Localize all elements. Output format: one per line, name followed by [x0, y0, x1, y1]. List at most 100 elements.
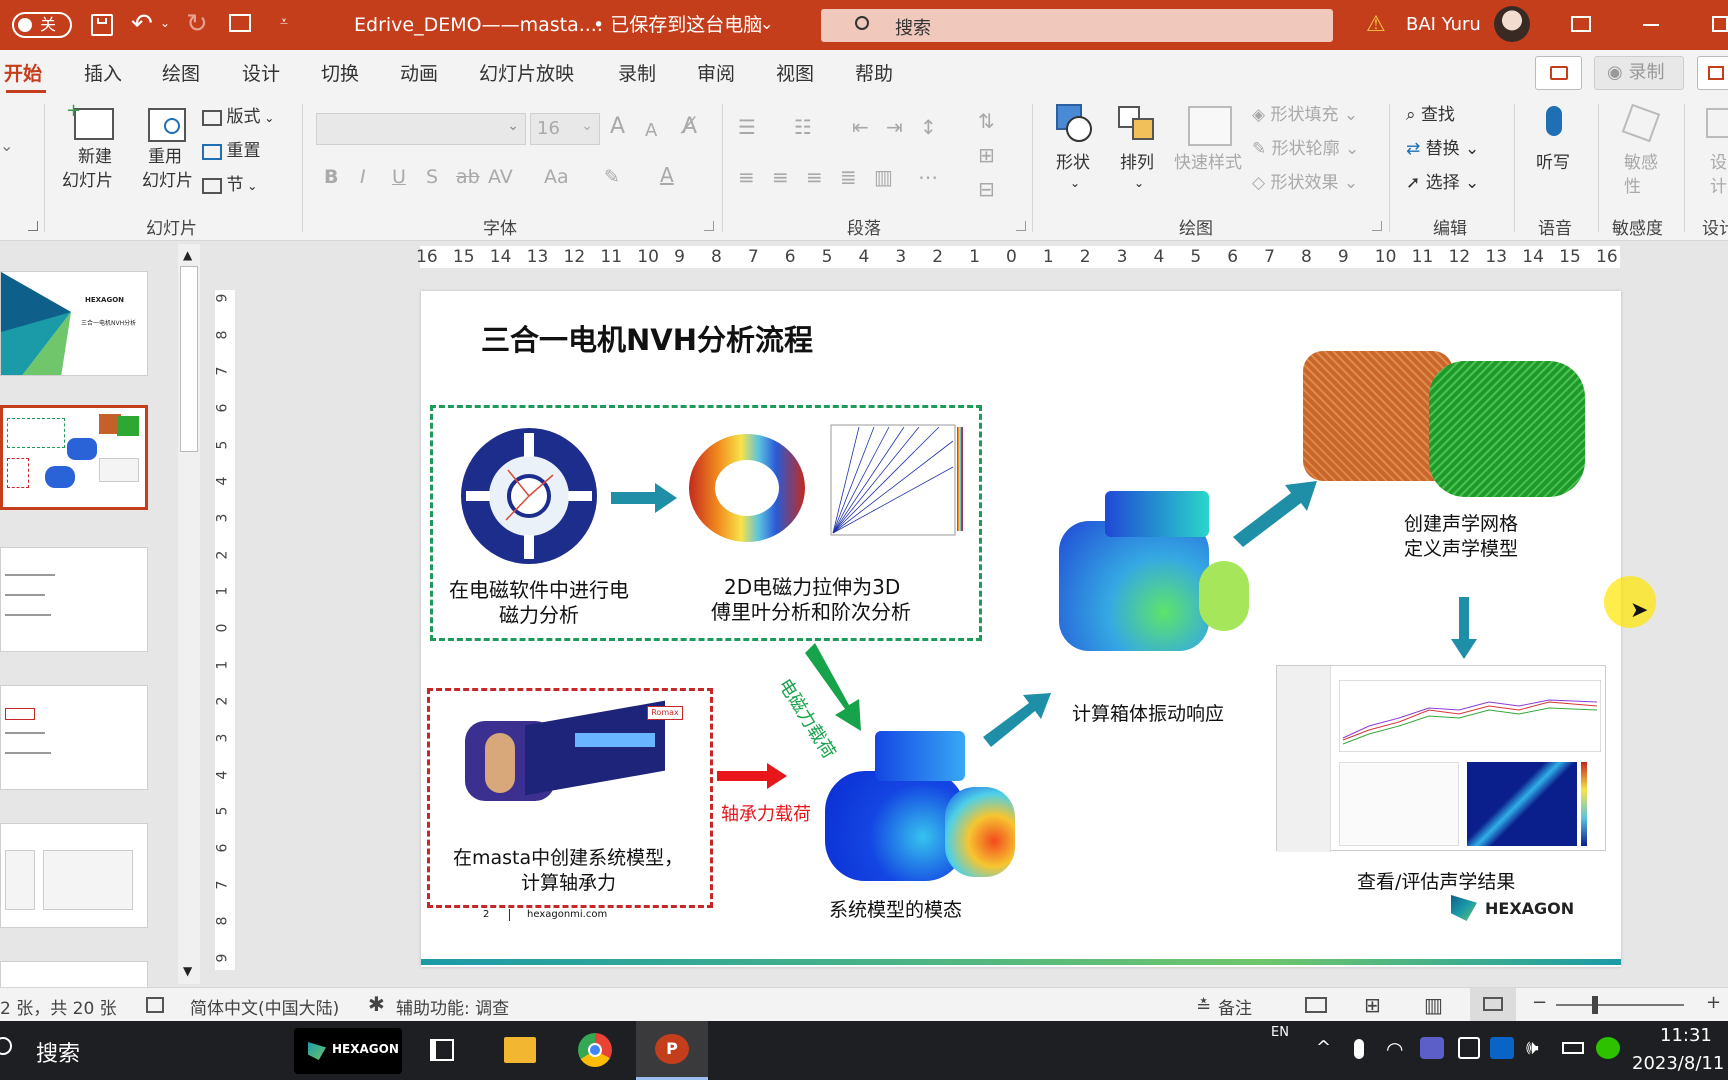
decrease-indent-icon[interactable]: ⇤ [852, 116, 869, 138]
justify-icon[interactable]: ≣ [840, 166, 857, 188]
slide-thumbnail-2-selected[interactable] [0, 405, 148, 510]
scroll-thumb[interactable] [180, 266, 198, 452]
accessibility-icon[interactable]: ✱ [368, 992, 385, 1016]
shape-fill-button[interactable]: ◈ 形状填充 ⌄ [1252, 104, 1358, 126]
char-spacing-button[interactable]: AV [488, 166, 513, 188]
shrink-font-button[interactable]: A [645, 120, 657, 142]
tab-animations[interactable]: 动画 [400, 59, 438, 86]
arrange-button[interactable]: 排列 ⌄ [1112, 102, 1168, 202]
align-text-icon[interactable]: ⊞ [978, 144, 995, 166]
slide-thumbnail-1[interactable]: HEXAGON 三合一电机NVH分析 [0, 271, 148, 376]
clock-time[interactable]: 11:31 [1660, 1025, 1712, 1046]
zoom-slider[interactable] [1556, 996, 1684, 1014]
strikethrough-button[interactable]: ab [456, 166, 480, 188]
reuse-slide-button[interactable]: 重用 幻灯片 [136, 100, 202, 204]
redo-icon[interactable]: ↻ [186, 10, 208, 38]
tab-slideshow[interactable]: 幻灯片放映 [479, 59, 574, 86]
clock-date[interactable]: 2023/8/11 [1632, 1053, 1724, 1074]
tab-record[interactable]: 录制 [618, 59, 656, 86]
tray-chevron-icon[interactable]: ^ [1316, 1037, 1331, 1058]
increase-indent-icon[interactable]: ⇥ [886, 116, 903, 138]
save-icon[interactable] [91, 14, 113, 36]
sensitivity-button[interactable]: 敏感 性 [1612, 102, 1672, 202]
notes-icon[interactable]: ≛ [1196, 996, 1211, 1017]
reset-button[interactable]: 重置 [202, 140, 260, 162]
tab-draw[interactable]: 绘图 [162, 59, 200, 86]
accessibility-status[interactable]: 辅助功能: 调查 [396, 994, 509, 1019]
slide-canvas[interactable]: 三合一电机NVH分析流程 在电磁软件中进行电 磁力分析 2D电磁力拉伸为3D 傅… [421, 291, 1621, 967]
teams-icon[interactable] [1420, 1037, 1444, 1059]
font-size-select[interactable]: 16 ⌄ [530, 113, 600, 145]
scroll-up-icon[interactable]: ▲ [183, 248, 192, 262]
shape-effects-button[interactable]: ◇ 形状效果 ⌄ [1252, 172, 1358, 194]
select-button[interactable]: ➚ 选择 ⌄ [1406, 172, 1479, 194]
title-chevron-icon[interactable]: ⌄ [760, 14, 773, 33]
proofing-icon[interactable] [146, 997, 164, 1013]
volume-icon[interactable]: 🕪 [1526, 1035, 1539, 1059]
find-button[interactable]: ⌕ 查找 [1406, 104, 1455, 126]
reading-view-icon[interactable]: ▥ [1424, 993, 1443, 1017]
text-direction-icon[interactable]: ⇅ [978, 110, 995, 132]
line-spacing-icon[interactable]: ↕ [920, 116, 937, 138]
underline-button[interactable]: U [392, 166, 406, 188]
tab-review[interactable]: 审阅 [697, 59, 735, 86]
bold-button[interactable]: B [324, 166, 338, 188]
designer-button[interactable]: 设 计 [1700, 102, 1728, 202]
chrome-icon[interactable] [578, 1033, 612, 1067]
smartart-icon[interactable]: ⊟ [978, 178, 995, 200]
taskbar-search-label[interactable]: 搜索 [36, 1036, 80, 1068]
grow-font-button[interactable]: A [610, 116, 625, 138]
new-slide-button[interactable]: + 新建 幻灯片 [58, 100, 130, 204]
paragraph-dialog-icon[interactable] [1016, 221, 1026, 231]
battery-icon[interactable] [1562, 1042, 1584, 1054]
present-from-start-icon[interactable] [229, 14, 251, 32]
share-button[interactable] [1697, 56, 1728, 90]
change-case-button[interactable]: Aa [544, 166, 569, 188]
user-name[interactable]: BAI Yuru [1406, 0, 1481, 50]
task-view-icon[interactable] [430, 1039, 454, 1061]
layout-button[interactable]: 版式 ⌄ [202, 106, 274, 128]
slide-count[interactable]: 2 张，共 20 张 [0, 994, 117, 1019]
shadow-button[interactable]: S [426, 166, 438, 188]
slide-thumbnail-4[interactable] [0, 685, 148, 790]
powerpoint-taskbar-button[interactable]: P [636, 1021, 708, 1080]
slide-thumbnail-5[interactable] [0, 823, 148, 928]
undo-icon[interactable]: ↶ [131, 10, 153, 38]
saved-status[interactable]: • 已保存到这台电脑 [593, 0, 762, 50]
shape-outline-button[interactable]: ✎ 形状轮廓 ⌄ [1252, 138, 1359, 160]
autosave-toggle[interactable]: 关 [12, 12, 72, 38]
highlight-icon[interactable]: ✎ [604, 166, 620, 188]
maximize-icon[interactable] [1712, 16, 1728, 32]
tray-app-icon[interactable] [1458, 1037, 1480, 1059]
bullets-icon[interactable]: ☰ [738, 116, 756, 138]
wifi-icon[interactable]: ◠ [1386, 1037, 1403, 1061]
columns-icon[interactable]: ▥ [874, 166, 893, 188]
font-family-select[interactable]: ⌄ [316, 113, 526, 145]
tab-view[interactable]: 视图 [776, 59, 814, 86]
notes-button[interactable]: 备注 [1218, 994, 1252, 1019]
avatar[interactable] [1494, 6, 1530, 42]
numbering-icon[interactable]: ☷ [794, 116, 812, 138]
scroll-down-icon[interactable]: ▼ [183, 964, 192, 978]
microphone-tray-icon[interactable] [1354, 1039, 1364, 1059]
clipboard-dialog-icon[interactable] [28, 221, 38, 231]
italic-button[interactable]: I [360, 166, 366, 188]
file-explorer-icon[interactable] [504, 1037, 536, 1063]
align-left-icon[interactable]: ≡ [738, 166, 755, 188]
tab-home[interactable]: 开始 [4, 59, 42, 86]
normal-view-icon[interactable] [1305, 997, 1327, 1013]
zoom-in-icon[interactable]: + [1706, 992, 1721, 1013]
slideshow-view-icon[interactable] [1470, 988, 1516, 1021]
hexagon-app-button[interactable]: HEXAGON [294, 1028, 402, 1074]
slide-sorter-icon[interactable]: ⊞ [1364, 993, 1381, 1017]
undo-dropdown-icon[interactable]: ⌄ [160, 16, 170, 30]
record-button[interactable]: ◉ 录制 [1594, 56, 1684, 90]
ime-indicator[interactable]: EN [1271, 1025, 1289, 1040]
customize-toolbar-icon[interactable]: ⩡ [280, 14, 288, 30]
tab-help[interactable]: 帮助 [855, 59, 893, 86]
shapes-button[interactable]: 形状 ⌄ [1048, 102, 1104, 202]
search-box[interactable]: 搜索 [821, 9, 1333, 42]
tab-design[interactable]: 设计 [242, 59, 280, 86]
zoom-slider-thumb[interactable] [1592, 996, 1598, 1014]
wechat-icon[interactable] [1596, 1037, 1620, 1059]
